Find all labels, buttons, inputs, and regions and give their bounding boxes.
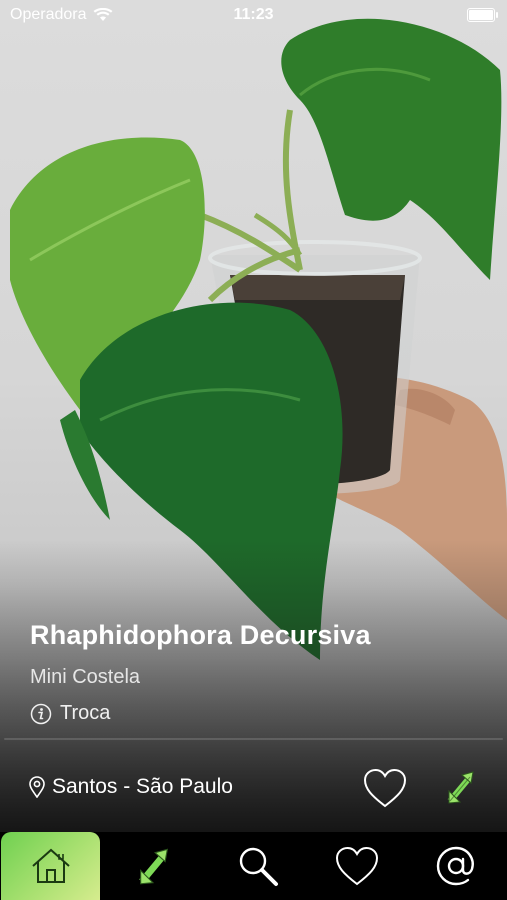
tab-bar: [0, 832, 507, 900]
favorite-button[interactable]: [362, 767, 408, 809]
battery-icon: [467, 8, 498, 22]
tab-contact[interactable]: [406, 832, 505, 900]
plant-common-name: Mini Costela: [30, 666, 141, 688]
tab-swap[interactable]: [104, 832, 203, 900]
heart-icon: [335, 846, 378, 886]
plant-name: Rhaphidophora Decursiva: [30, 620, 371, 650]
search-icon: [239, 847, 278, 886]
tab-home[interactable]: [1, 832, 100, 900]
location-label: Santos - São Paulo: [52, 775, 233, 798]
location: Santos - São Paulo: [28, 775, 233, 799]
clock: 11:23: [233, 6, 274, 23]
swap-arrows-icon: [138, 848, 168, 885]
tab-search[interactable]: [208, 832, 307, 900]
info-icon: [30, 703, 52, 724]
at-icon: [436, 846, 474, 886]
battery-fill: [469, 10, 493, 20]
heart-outline-icon: [363, 768, 407, 808]
status-bar: Operadora 11:23: [0, 0, 507, 30]
tab-favorites[interactable]: [307, 832, 406, 900]
listing-type-label: Troca: [60, 702, 111, 724]
location-bar: Santos - São Paulo: [0, 755, 507, 825]
home-icon: [31, 848, 70, 883]
swap-arrows-icon: [447, 771, 474, 804]
swap-button[interactable]: [446, 769, 476, 805]
card-divider: [4, 738, 503, 740]
location-pin-icon: [29, 776, 45, 798]
listing-type: Troca: [30, 702, 110, 725]
